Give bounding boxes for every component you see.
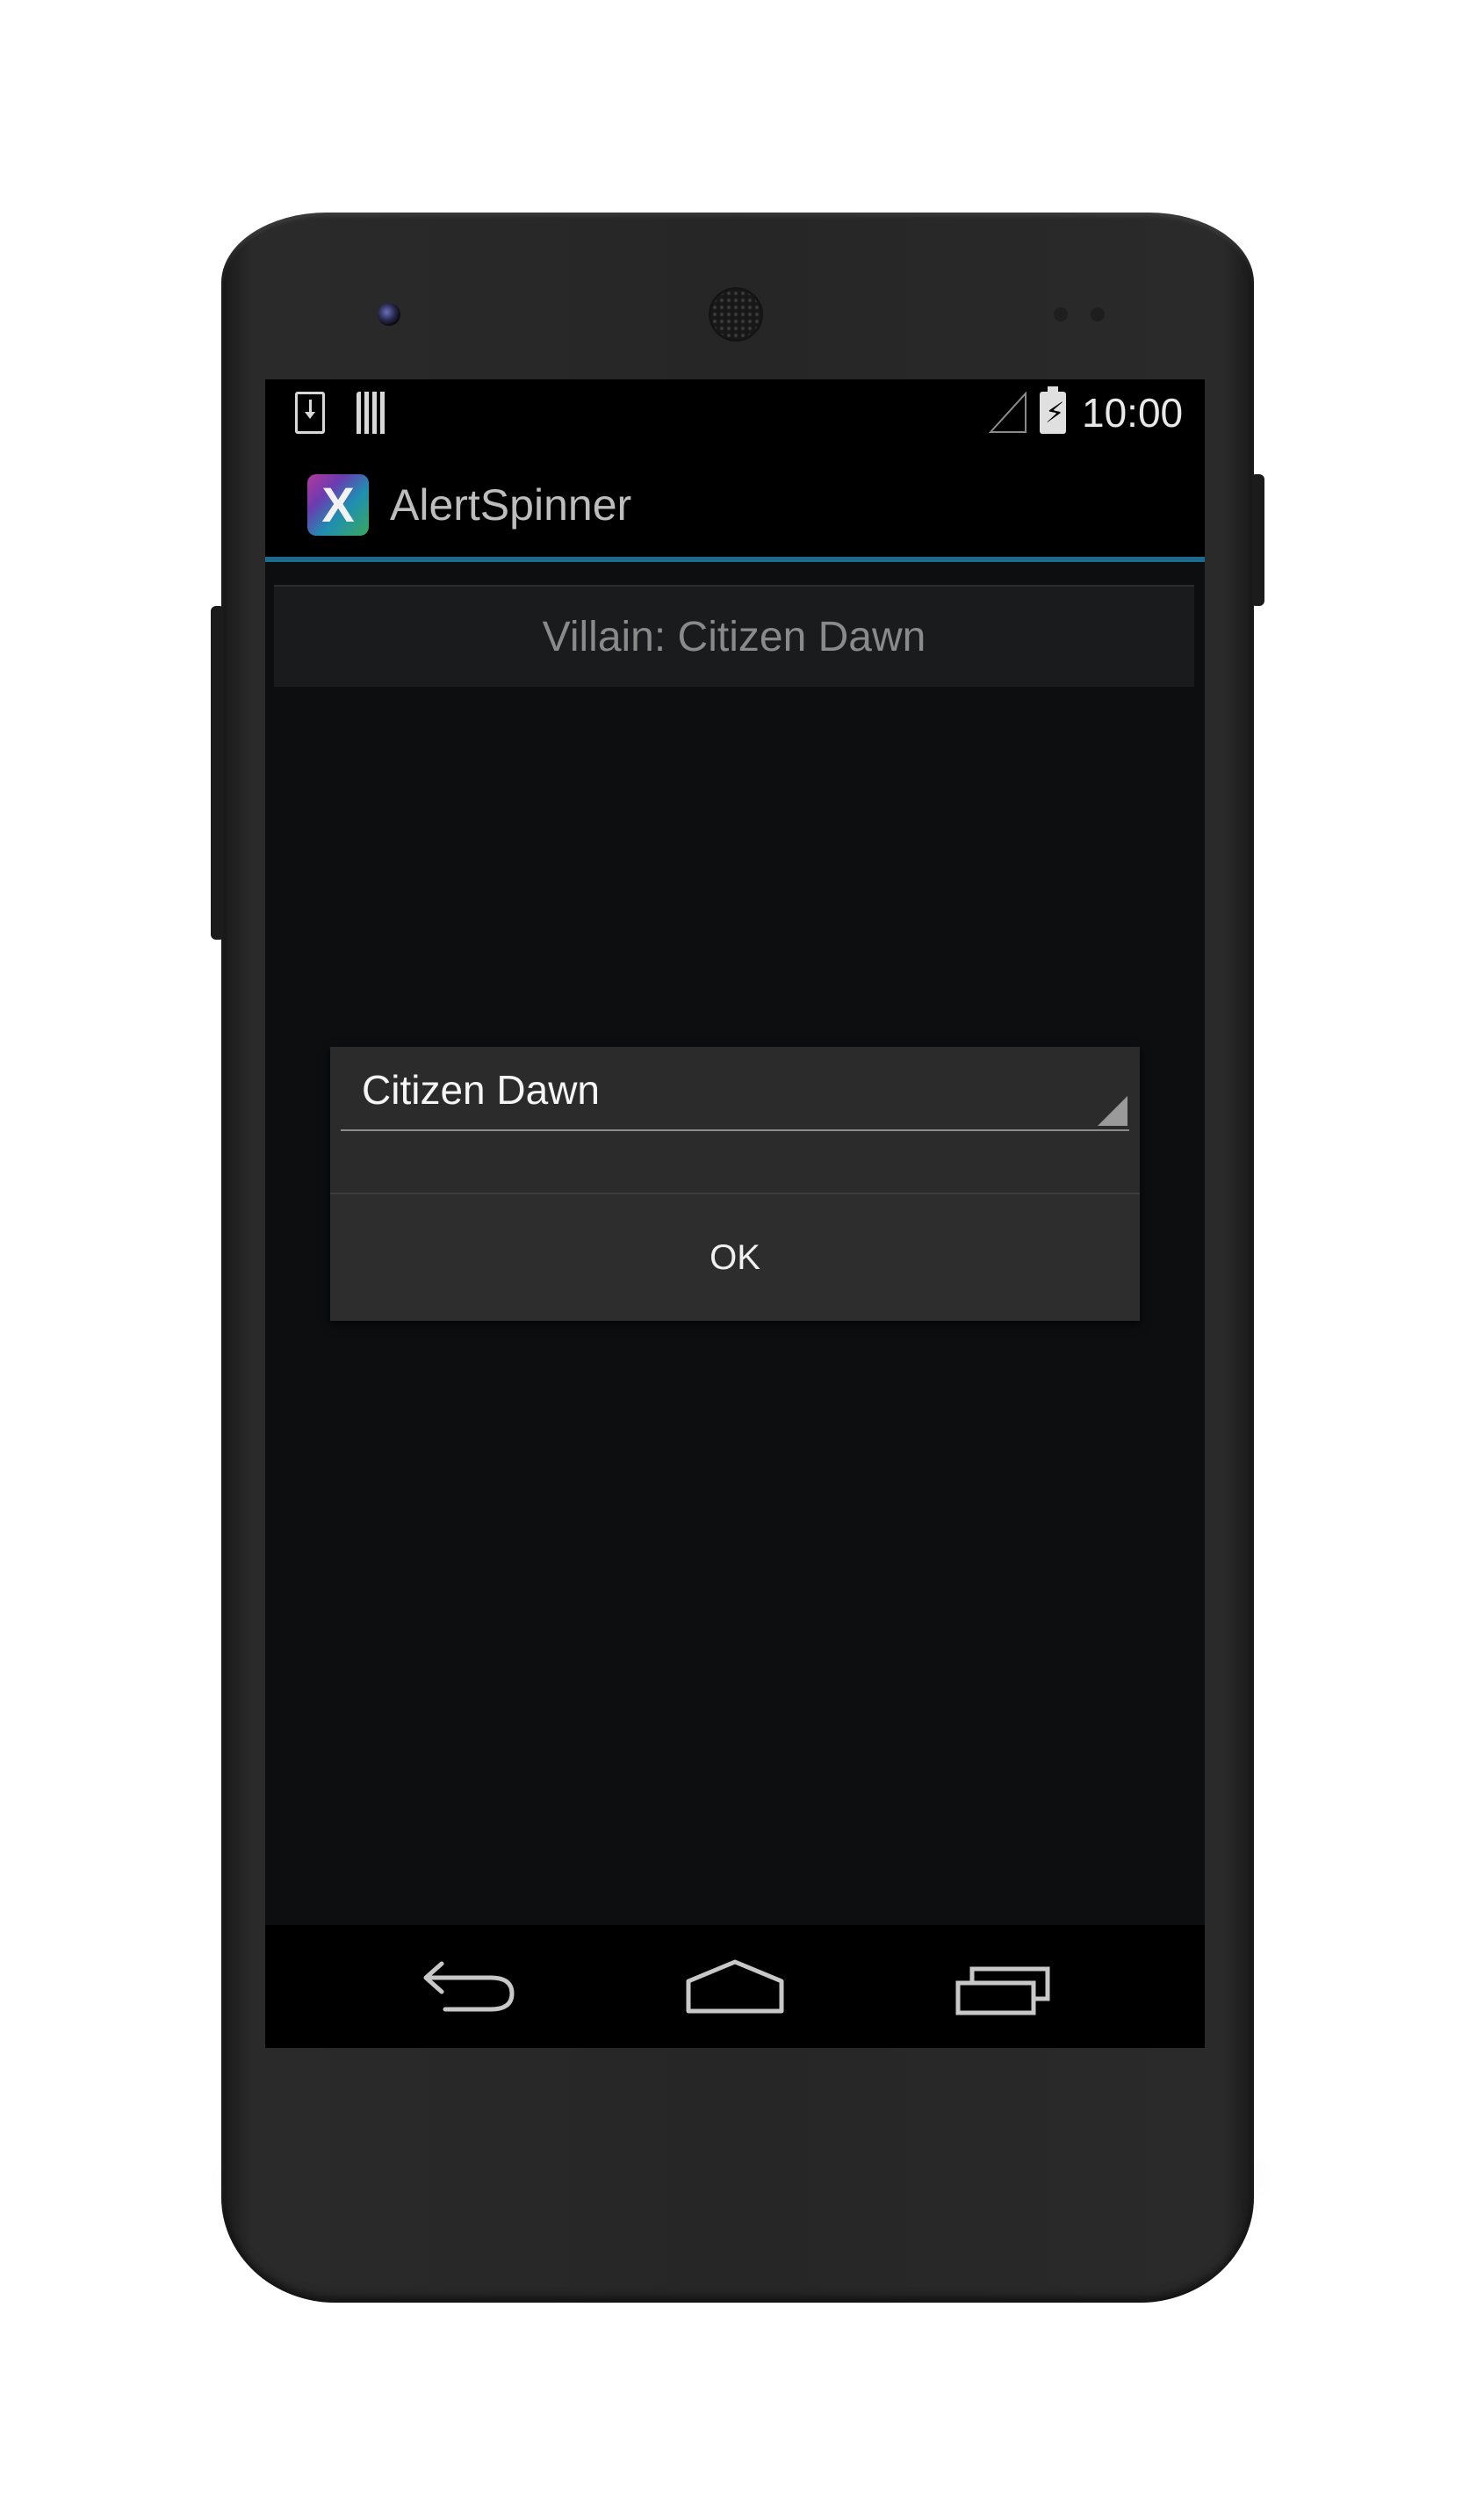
status-bar: ⚡ 10:00 bbox=[265, 379, 1205, 448]
signal-icon bbox=[989, 392, 1027, 433]
app-icon[interactable]: X bbox=[307, 474, 369, 536]
status-clock: 10:00 bbox=[1082, 390, 1184, 436]
home-icon[interactable] bbox=[678, 1951, 792, 2022]
dialog-spinner-underline bbox=[341, 1129, 1129, 1131]
villain-spinner[interactable]: Villain: Citizen Dawn bbox=[274, 585, 1194, 687]
villain-spinner-label: Villain: Citizen Dawn bbox=[542, 614, 926, 660]
spinner-dropdown-icon bbox=[1098, 1096, 1127, 1126]
dialog-spinner[interactable]: Citizen Dawn bbox=[330, 1047, 1140, 1133]
recent-apps-icon[interactable] bbox=[946, 1951, 1060, 2022]
screen: ⚡ 10:00 X AlertSpinner Villain: Citizen … bbox=[265, 379, 1205, 2048]
ok-button[interactable]: OK bbox=[330, 1194, 1140, 1321]
front-camera bbox=[378, 303, 400, 326]
sd-card-icon bbox=[357, 392, 388, 434]
app-title: AlertSpinner bbox=[390, 480, 632, 530]
action-bar: X AlertSpinner bbox=[265, 448, 1205, 562]
earpiece-speaker bbox=[711, 290, 760, 339]
dialog-spinner-value: Citizen Dawn bbox=[362, 1067, 600, 1113]
alert-dialog: Citizen Dawn OK bbox=[330, 1047, 1140, 1321]
light-sensor bbox=[1091, 307, 1105, 321]
battery-charging-icon: ⚡ bbox=[1040, 386, 1066, 434]
back-icon[interactable] bbox=[410, 1951, 524, 2022]
navigation-bar bbox=[265, 1925, 1205, 2048]
download-icon bbox=[295, 392, 325, 434]
proximity-sensor bbox=[1054, 307, 1068, 321]
